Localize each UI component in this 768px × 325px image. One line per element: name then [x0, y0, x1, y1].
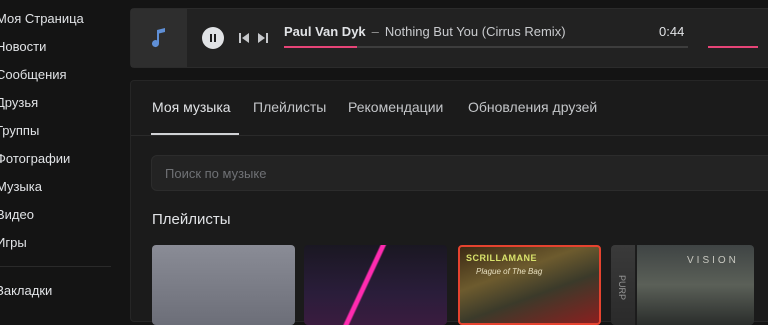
sidebar-divider — [0, 266, 111, 267]
music-panel: Моя музыка Плейлисты Рекомендации Обновл… — [130, 80, 768, 325]
tab-friends-updates[interactable]: Обновления друзей — [468, 99, 597, 115]
music-search-input[interactable]: Поиск по музыке — [151, 155, 768, 191]
track-info[interactable]: Paul Van Dyk – Nothing But You (Cirrus Rem… — [284, 24, 566, 39]
cover-artwork: VISION — [637, 245, 754, 325]
volume-slider[interactable] — [708, 46, 758, 48]
previous-track-button[interactable] — [238, 32, 250, 44]
skip-back-icon — [239, 33, 249, 43]
sidebar-item-bookmarks[interactable]: Закладки — [0, 280, 52, 302]
sidebar-item-music[interactable]: Музыка — [0, 176, 42, 198]
progress-fill — [284, 46, 357, 48]
music-tabs: Моя музыка Плейлисты Рекомендации Обновл… — [131, 81, 768, 136]
sidebar-item-messages[interactable]: Сообщения — [0, 64, 67, 86]
playlist-cover[interactable]: PURP VISION — [611, 245, 754, 325]
active-tab-indicator — [151, 133, 239, 135]
cover-art-text: VISION — [687, 255, 739, 266]
cover-art-subtitle: Plague of The Bag — [476, 267, 543, 276]
pause-icon — [210, 34, 216, 42]
sidebar-item-games[interactable]: Игры — [0, 232, 27, 254]
sidebar-item-friends[interactable]: Друзья — [0, 92, 38, 114]
playlist-cover[interactable] — [152, 245, 295, 325]
sidebar-item-photos[interactable]: Фотографии — [0, 148, 70, 170]
sidebar-item-news[interactable]: Новости — [0, 36, 46, 58]
playlist-cover[interactable] — [304, 245, 447, 325]
tab-playlists[interactable]: Плейлисты — [253, 99, 326, 115]
cover-side-strip: PURP — [611, 245, 635, 325]
left-sidebar: Моя Страница Новости Сообщения Друзья Гр… — [0, 0, 128, 303]
sidebar-item-my-page[interactable]: Моя Страница — [0, 8, 84, 30]
track-time[interactable]: 0:44 — [659, 24, 684, 39]
track-separator: – — [371, 24, 379, 39]
tab-recommendations[interactable]: Рекомендации — [348, 99, 443, 115]
progress-bar[interactable] — [284, 46, 688, 48]
pause-button[interactable] — [202, 27, 224, 49]
sidebar-item-video[interactable]: Видео — [0, 204, 34, 226]
cover-art-text: SCRILLAMANE — [466, 253, 537, 263]
track-cover[interactable] — [131, 9, 187, 67]
playlist-cover[interactable]: SCRILLAMANE Plague of The Bag — [458, 245, 601, 325]
audio-player: Paul Van Dyk – Nothing But You (Cirrus Rem… — [130, 8, 768, 68]
music-note-icon — [152, 28, 165, 48]
playlists-heading: Плейлисты — [152, 211, 231, 228]
sidebar-item-groups[interactable]: Группы — [0, 120, 39, 142]
tab-my-music[interactable]: Моя музыка — [152, 99, 231, 115]
next-track-button[interactable] — [257, 32, 269, 44]
track-title: Nothing But You (Cirrus Remix) — [384, 24, 566, 39]
cover-side-text: PURP — [617, 275, 627, 301]
track-artist[interactable]: Paul Van Dyk — [284, 24, 366, 39]
skip-forward-icon — [258, 33, 268, 43]
